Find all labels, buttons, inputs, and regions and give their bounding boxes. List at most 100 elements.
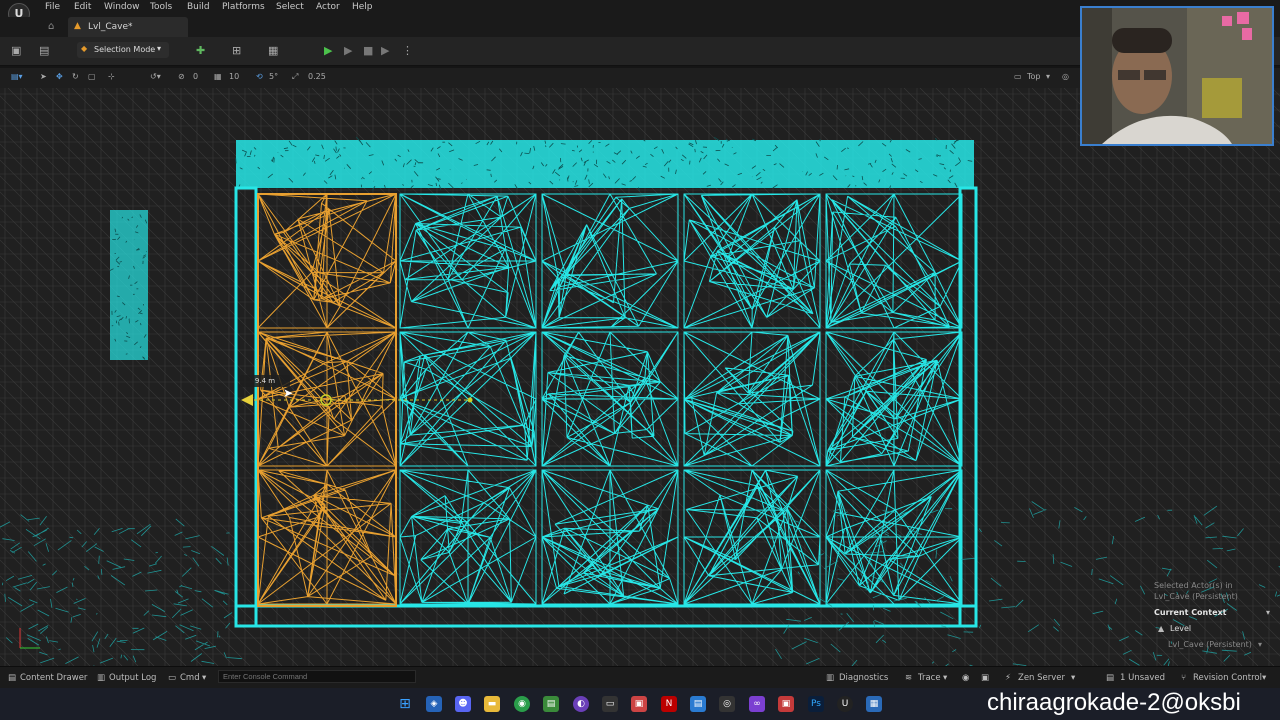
app-icon-7[interactable]: ▦ — [866, 696, 882, 712]
console-input[interactable] — [218, 670, 416, 683]
add-actor-icon[interactable]: ✚ — [196, 44, 205, 57]
netflix-icon[interactable]: N — [661, 696, 677, 712]
windows-start-icon[interactable]: ⊞ — [397, 696, 413, 712]
blueprint-icon[interactable]: ⊞ — [232, 44, 241, 57]
file-explorer-icon[interactable]: ▬ — [484, 696, 500, 712]
scale-tool-icon[interactable]: ▢ — [88, 72, 96, 81]
tab-level[interactable]: ▲ Lvl_Cave* — [68, 17, 188, 37]
move-tool-icon[interactable]: ✥ — [56, 72, 63, 81]
app-icon-3[interactable]: ▣ — [631, 696, 647, 712]
selected-actors-level: Lvl_Cave (Persistent) — [1154, 592, 1238, 601]
chevron-down-icon[interactable]: ▾ — [943, 673, 947, 683]
level-value[interactable]: Lvl_Cave (Persistent) — [1168, 640, 1252, 649]
world-local-icon[interactable]: ⊹ — [108, 72, 115, 81]
menu-build[interactable]: Build — [187, 2, 210, 12]
save-icon[interactable]: ▣ — [11, 44, 21, 57]
selection-mode-dropdown[interactable]: ◆ Selection Mode ▾ — [77, 42, 169, 58]
rotation-snap-icon[interactable]: ⟲ — [256, 72, 263, 81]
discord-icon[interactable]: ☻ — [455, 696, 471, 712]
app-icon-6[interactable]: ▣ — [778, 696, 794, 712]
chevron-down-icon[interactable]: ▾ — [202, 673, 206, 683]
menu-edit[interactable]: Edit — [74, 2, 91, 12]
chevron-down-icon[interactable]: ▾ — [1071, 673, 1075, 683]
app-icon-1[interactable]: ◈ — [426, 696, 442, 712]
menu-platforms[interactable]: Platforms — [222, 2, 265, 12]
menu-tools[interactable]: Tools — [150, 2, 172, 12]
rotation-snap-value[interactable]: 5° — [269, 72, 278, 81]
cave-mesh-cell-0-1 — [541, 193, 679, 329]
view-mode-label[interactable]: Top — [1027, 72, 1041, 81]
record-icon[interactable]: ◉ — [962, 673, 969, 683]
show-flags-icon[interactable]: ◎ — [1062, 72, 1069, 81]
eject-icon[interactable]: ▶ — [381, 44, 389, 57]
selection-mode-label: Selection Mode — [94, 45, 156, 54]
webcam-overlay — [1080, 6, 1274, 146]
cave-mesh-cell-2-2 — [683, 469, 821, 605]
play-icon[interactable]: ▶ — [324, 44, 332, 57]
scale-snap-value[interactable]: 0.25 — [308, 72, 326, 81]
grid-zero-value[interactable]: 0 — [193, 72, 198, 81]
menu-help[interactable]: Help — [352, 2, 373, 12]
chevron-down-icon[interactable]: ▾ — [1258, 640, 1262, 649]
diagnostics-icon[interactable]: ▥ — [826, 673, 834, 683]
menu-actor[interactable]: Actor — [316, 2, 340, 12]
level-icon: ▲ — [1158, 624, 1165, 633]
level-label[interactable]: Level — [1170, 624, 1191, 633]
chrome-icon[interactable]: ◉ — [514, 696, 530, 712]
unreal-engine-icon[interactable]: U — [837, 696, 853, 712]
menu-file[interactable]: File — [45, 2, 60, 12]
trace-icon[interactable]: ≋ — [905, 673, 912, 683]
level-tab-label: Lvl_Cave* — [88, 22, 133, 32]
diagnostics-button[interactable]: Diagnostics — [839, 673, 888, 683]
visual-studio-icon[interactable]: ∞ — [749, 696, 765, 712]
home-icon[interactable]: ⌂ — [48, 21, 54, 32]
grid-snap-value[interactable]: 10 — [229, 72, 239, 81]
zen-server-button[interactable]: Zen Server — [1018, 673, 1065, 683]
level-viewport[interactable]: 9.4 m ➤ — [0, 88, 1280, 666]
output-log-button[interactable]: Output Log — [109, 673, 156, 683]
cmd-icon[interactable]: ▭ — [168, 673, 176, 683]
more-options-icon[interactable]: ⋮ — [402, 44, 413, 57]
cave-mesh-cell-2-3 — [825, 469, 963, 605]
viewport-menu-icon[interactable]: ▤▾ — [11, 72, 23, 81]
stop-icon[interactable]: ■ — [363, 44, 373, 57]
settings-icon[interactable]: ▣ — [981, 673, 989, 683]
surface-snap-icon[interactable]: ↺▾ — [150, 72, 161, 81]
output-log-icon[interactable]: ▥ — [97, 673, 105, 683]
camera-icon[interactable]: ▭ — [1014, 72, 1022, 81]
menu-window[interactable]: Window — [104, 2, 140, 12]
terminal-icon[interactable]: ▭ — [602, 696, 618, 712]
unsaved-button[interactable]: 1 Unsaved — [1120, 673, 1165, 683]
content-drawer-button[interactable]: Content Drawer — [20, 673, 87, 683]
zen-server-icon[interactable]: ⚡ — [1005, 673, 1011, 683]
status-bar: ▤ Content Drawer ▥ Output Log ▭ Cmd ▾ ▥ … — [0, 666, 1280, 689]
chevron-down-icon[interactable]: ▾ — [1262, 673, 1266, 683]
revision-control-button[interactable]: Revision Control — [1193, 673, 1262, 683]
app-icon-5[interactable]: ◎ — [719, 696, 735, 712]
revision-control-icon[interactable]: ⑂ — [1181, 673, 1186, 683]
gizmo-endpoint — [467, 397, 473, 403]
scale-snap-icon[interactable]: ⤢ — [292, 72, 298, 82]
viewport-canvas[interactable] — [0, 88, 1280, 666]
cinematics-icon[interactable]: ▦ — [268, 44, 278, 57]
trace-button[interactable]: Trace — [918, 673, 941, 683]
menu-select[interactable]: Select — [276, 2, 304, 12]
cmd-dropdown[interactable]: Cmd — [180, 673, 200, 683]
gizmo-arrow-left — [241, 394, 253, 406]
grid-snap-icon[interactable]: ⊘ — [178, 72, 185, 81]
selected-mesh-cell-2 — [257, 469, 397, 605]
step-icon[interactable]: ▶ — [344, 44, 352, 57]
cave-mesh-cell-0-3 — [825, 193, 963, 329]
content-drawer-icon[interactable]: ▤ — [8, 673, 16, 683]
obs-icon[interactable]: ◐ — [573, 696, 589, 712]
chevron-down-icon[interactable]: ▾ — [1266, 608, 1270, 617]
location-grid-icon[interactable]: ▦ — [214, 72, 222, 81]
app-icon-2[interactable]: ▤ — [543, 696, 559, 712]
rotate-tool-icon[interactable]: ↻ — [72, 72, 79, 81]
select-tool-icon[interactable]: ➤ — [40, 72, 47, 81]
photoshop-icon[interactable]: Ps — [808, 696, 824, 712]
app-icon-4[interactable]: ▤ — [690, 696, 706, 712]
unsaved-icon[interactable]: ▤ — [1106, 673, 1114, 683]
browse-icon[interactable]: ▤ — [39, 44, 49, 57]
selected-mesh-cell-0 — [257, 193, 397, 329]
